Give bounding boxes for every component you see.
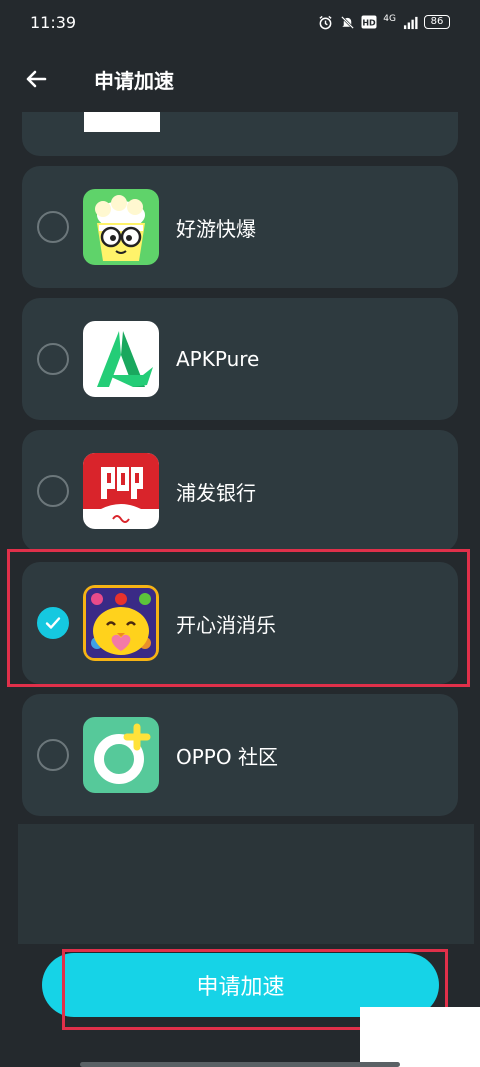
- gesture-nav-bar[interactable]: [80, 1062, 400, 1067]
- app-name: 好游快爆: [176, 216, 256, 241]
- app-name: APKPure: [176, 347, 260, 371]
- mute-icon: [339, 14, 355, 30]
- app-name: 开心消消乐: [176, 612, 276, 637]
- radio-button-checked[interactable]: [37, 607, 69, 639]
- happy-elimination-app-icon: [83, 585, 159, 661]
- corner-overlay: [360, 1007, 480, 1067]
- page-title: 申请加速: [94, 68, 174, 93]
- list-bottom-area: [18, 824, 474, 944]
- check-icon: [45, 617, 61, 629]
- svg-text:HD: HD: [363, 19, 377, 28]
- app-card-partial[interactable]: [22, 112, 458, 156]
- app-card-spdb[interactable]: 浦发银行: [22, 430, 458, 552]
- app-card-apkpure[interactable]: APKPure: [22, 298, 458, 420]
- battery-indicator: 86: [424, 15, 450, 29]
- app-card-oppo-community[interactable]: OPPO 社区: [22, 694, 458, 816]
- status-time: 11:39: [30, 12, 77, 32]
- app-header: 申请加速: [0, 52, 480, 106]
- signal-bars-icon: [402, 14, 418, 30]
- partial-app-icon: [84, 112, 160, 132]
- spdb-app-icon: [83, 453, 159, 529]
- radio-button[interactable]: [37, 211, 69, 243]
- app-name: 浦发银行: [176, 480, 256, 505]
- app-card-haoyou[interactable]: 好游快爆: [22, 166, 458, 288]
- hd-icon: HD: [361, 14, 377, 30]
- radio-button[interactable]: [37, 475, 69, 507]
- app-card-happy-elimination[interactable]: 开心消消乐: [22, 562, 458, 684]
- app-list[interactable]: 好游快爆 APKPure 浦发银行 开心消消乐 OPPO 社区: [0, 112, 480, 944]
- status-bar: 11:39 HD 4G 86: [0, 0, 480, 44]
- radio-button[interactable]: [37, 343, 69, 375]
- haoyou-kuaibao-app-icon: [83, 189, 159, 265]
- alarm-icon: [317, 14, 333, 30]
- app-name: OPPO 社区: [176, 744, 278, 769]
- apkpure-app-icon: [83, 321, 159, 397]
- signal-4g-label: 4G: [383, 14, 396, 24]
- status-icons: HD 4G 86: [317, 14, 450, 30]
- back-arrow-icon: [26, 70, 47, 88]
- oppo-community-app-icon: [83, 717, 159, 793]
- back-button[interactable]: [16, 59, 56, 99]
- radio-button[interactable]: [37, 739, 69, 771]
